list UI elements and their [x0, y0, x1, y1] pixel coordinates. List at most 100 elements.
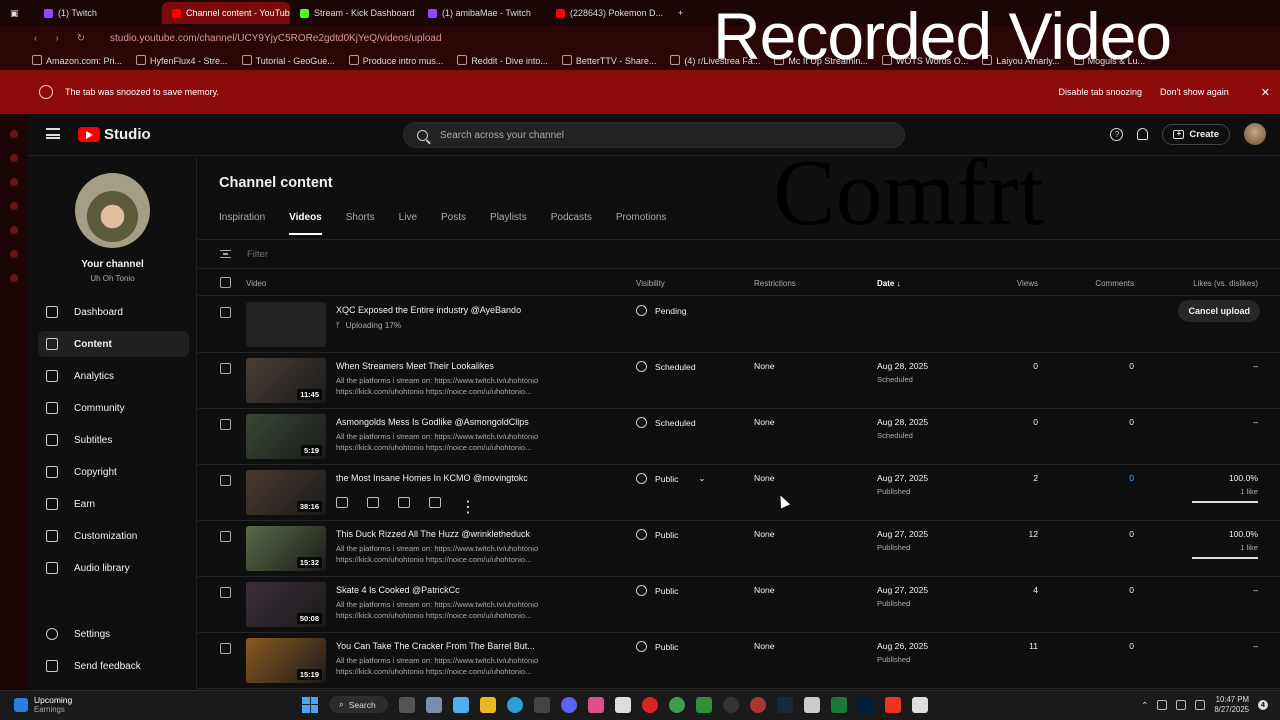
bookmark-item[interactable]: Produce intro mus...	[349, 55, 444, 66]
video-thumbnail[interactable]: 15:32	[246, 526, 326, 571]
video-thumbnail[interactable]: 15:19	[246, 638, 326, 683]
more-options-icon[interactable]: ⋮	[460, 497, 476, 516]
edit-icon[interactable]	[336, 497, 348, 508]
browser-menu-icon[interactable]: ▣	[0, 8, 34, 19]
comments-icon[interactable]	[398, 497, 410, 508]
sidebar-item-analytics[interactable]: Analytics	[38, 363, 189, 389]
instagram-icon[interactable]	[587, 696, 604, 713]
file-explorer-icon[interactable]	[479, 696, 496, 713]
edge-icon[interactable]	[506, 696, 523, 713]
row-checkbox[interactable]	[220, 587, 231, 598]
sidebar-item-community[interactable]: Community	[38, 395, 189, 421]
bookmark-item[interactable]: Amazon.com: Pri...	[32, 55, 122, 66]
tiktok-icon[interactable]	[884, 696, 901, 713]
table-row[interactable]: 5:19 Asmongolds Mess Is Godlike @Asmongo…	[198, 409, 1280, 465]
select-all-checkbox[interactable]	[220, 277, 231, 288]
obs-icon[interactable]	[722, 696, 739, 713]
forward-icon[interactable]: ›	[55, 33, 58, 44]
tab-inspiration[interactable]: Inspiration	[219, 212, 265, 235]
sidebar-item-feedback[interactable]: Send feedback	[38, 653, 189, 679]
browser-tab[interactable]: Stream - Kick Dashboard	[290, 2, 418, 24]
bell-icon[interactable]	[1137, 128, 1149, 140]
sidebar-item-content[interactable]: Content	[38, 331, 189, 357]
video-title[interactable]: You Can Take The Cracker From The Barrel…	[336, 641, 535, 651]
video-title[interactable]: XQC Exposed the Entire industry @AyeBand…	[336, 305, 521, 315]
studio-logo[interactable]: Studio	[78, 126, 151, 143]
video-thumbnail[interactable]: 38:16	[246, 470, 326, 515]
create-button[interactable]: + Create	[1162, 123, 1230, 145]
table-row[interactable]: 50:08 Skate 4 Is Cooked @PatrickCc All t…	[198, 577, 1280, 633]
analytics-icon[interactable]	[367, 497, 379, 508]
xbox-icon[interactable]	[695, 696, 712, 713]
video-title[interactable]: the Most Insane Homes In KCMO @movingtok…	[336, 473, 528, 483]
tab-promotions[interactable]: Promotions	[616, 212, 667, 235]
video-title[interactable]: Skate 4 Is Cooked @PatrickCc	[336, 585, 460, 595]
browser-tab[interactable]: (228643) Pokemon D...	[546, 2, 674, 24]
sidebar-item-earn[interactable]: Earn	[38, 491, 189, 517]
notification-badge[interactable]: 4	[1258, 700, 1268, 710]
visibility-cell[interactable]: Public ⌄	[636, 473, 706, 484]
steam-icon[interactable]	[776, 696, 793, 713]
column-date[interactable]: Date ↓	[877, 279, 901, 288]
network-icon[interactable]	[1157, 700, 1168, 710]
app-icon[interactable]	[749, 696, 766, 713]
filter-bar[interactable]: Filter	[198, 239, 1280, 269]
clock[interactable]: 10:47 PM 8/27/2025	[1214, 695, 1249, 715]
row-checkbox[interactable]	[220, 475, 231, 486]
filter-input[interactable]: Filter	[247, 249, 268, 260]
video-title[interactable]: When Streamers Meet Their Lookalikes	[336, 361, 494, 371]
tab-posts[interactable]: Posts	[441, 212, 466, 235]
video-title[interactable]: This Duck Rizzed All The Huzz @wrinkleth…	[336, 529, 530, 539]
mic-icon[interactable]	[1176, 700, 1187, 710]
video-thumbnail[interactable]: 50:08	[246, 582, 326, 627]
account-avatar[interactable]	[1244, 123, 1266, 145]
tab-podcasts[interactable]: Podcasts	[551, 212, 592, 235]
video-thumbnail[interactable]	[246, 302, 326, 347]
video-thumbnail[interactable]: 5:19	[246, 414, 326, 459]
video-title[interactable]: Asmongolds Mess Is Godlike @AsmongoldCli…	[336, 417, 529, 427]
menu-icon[interactable]	[46, 128, 60, 139]
channel-avatar[interactable]	[75, 173, 150, 248]
reload-icon[interactable]: ↻	[77, 33, 85, 44]
new-tab-icon[interactable]: +	[674, 8, 683, 18]
app-icon[interactable]	[533, 696, 550, 713]
bookmark-item[interactable]: BetterTTV - Share...	[562, 55, 657, 66]
sidebar-item-settings[interactable]: Settings	[38, 621, 189, 647]
task-view-icon[interactable]	[398, 696, 415, 713]
tab-videos[interactable]: Videos	[289, 212, 322, 235]
chevron-up-icon[interactable]: ⌃	[1141, 700, 1148, 711]
tab-shorts[interactable]: Shorts	[346, 212, 375, 235]
file-icon[interactable]	[803, 696, 820, 713]
tab-playlists[interactable]: Playlists	[490, 212, 527, 235]
photos-icon[interactable]	[425, 696, 442, 713]
youtube-icon[interactable]	[429, 497, 441, 508]
bookmark-item[interactable]: Tutorial - GeoGue...	[242, 55, 335, 66]
row-checkbox[interactable]	[220, 307, 231, 318]
taskbar-widget[interactable]: Upcoming Earnings	[14, 695, 72, 714]
browser-tab[interactable]: Channel content - YouTube	[162, 2, 290, 24]
windows-start-icon[interactable]	[302, 696, 318, 713]
file-icon[interactable]	[911, 696, 928, 713]
notepad-icon[interactable]	[614, 696, 631, 713]
tab-live[interactable]: Live	[399, 212, 417, 235]
table-row[interactable]: 15:32 This Duck Rizzed All The Huzz @wri…	[198, 521, 1280, 577]
help-icon[interactable]: ?	[1110, 127, 1124, 141]
table-row-uploading[interactable]: XQC Exposed the Entire industry @AyeBand…	[198, 297, 1280, 353]
sidebar-item-dashboard[interactable]: Dashboard	[38, 299, 189, 325]
chevron-down-icon[interactable]: ⌄	[698, 473, 705, 484]
terminal-icon[interactable]	[830, 696, 847, 713]
cancel-upload-button[interactable]: Cancel upload	[1178, 300, 1260, 322]
sidebar-item-audio-library[interactable]: Audio library	[38, 555, 189, 581]
chrome-icon[interactable]	[668, 696, 685, 713]
sidebar-item-subtitles[interactable]: Subtitles	[38, 427, 189, 453]
table-row[interactable]: 38:16 the Most Insane Homes In KCMO @mov…	[198, 465, 1280, 521]
browser-tab[interactable]: (1) amibaMae - Twitch	[418, 2, 546, 24]
photoshop-icon[interactable]	[857, 696, 874, 713]
browser-tab[interactable]: (1) Twitch	[34, 2, 162, 24]
taskbar-search[interactable]: ⌕ Search	[329, 696, 388, 713]
opera-icon[interactable]	[641, 696, 658, 713]
bookmark-item[interactable]: HyfenFlux4 - Stre...	[136, 55, 228, 66]
filter-icon[interactable]	[220, 250, 231, 258]
row-checkbox[interactable]	[220, 363, 231, 374]
row-checkbox[interactable]	[220, 531, 231, 542]
